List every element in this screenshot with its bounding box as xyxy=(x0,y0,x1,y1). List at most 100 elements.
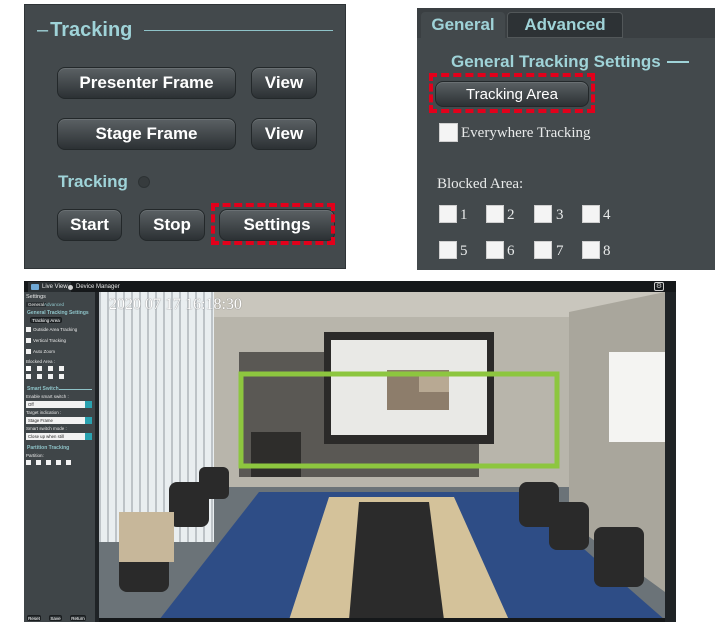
sidebar-blocked-2-checkbox[interactable] xyxy=(37,366,42,371)
blocked-area-5-label: 5 xyxy=(460,243,468,259)
stage-frame-button[interactable]: Stage Frame xyxy=(57,118,236,150)
blocked-area-1-checkbox[interactable] xyxy=(439,205,457,223)
app-topbar: Live View Device Manager ⚙ xyxy=(24,281,676,292)
tab-general[interactable]: General xyxy=(421,12,505,38)
sidebar-blocked-8-checkbox[interactable] xyxy=(59,374,64,379)
conference-room-image xyxy=(99,292,665,620)
tracking-area-highlight xyxy=(429,73,595,113)
sidebar-blocked-5-checkbox[interactable] xyxy=(26,374,31,379)
sidebar-blocked-6-checkbox[interactable] xyxy=(37,374,42,379)
general-tracking-heading: General Tracking Settings xyxy=(451,50,711,74)
settings-tabbar: General Advanced xyxy=(417,8,715,38)
sidebar-general-heading: General Tracking Settings xyxy=(27,310,89,316)
vertical-tracking-label: Vertical Tracking xyxy=(33,338,67,343)
sidebar-blocked-7-checkbox[interactable] xyxy=(48,374,53,379)
enable-smart-switch-select[interactable]: Off xyxy=(26,401,92,408)
everywhere-tracking-label: Everywhere Tracking xyxy=(461,125,591,141)
everywhere-tracking-checkbox[interactable] xyxy=(439,123,458,142)
tab-device-manager[interactable]: Device Manager xyxy=(68,282,120,292)
gear-icon[interactable]: ⚙ xyxy=(654,282,664,291)
presenter-frame-button[interactable]: Presenter Frame xyxy=(57,67,236,99)
blocked-area-3-checkbox[interactable] xyxy=(534,205,552,223)
tracking-heading: – Tracking xyxy=(37,15,333,45)
partition-1-checkbox[interactable] xyxy=(26,460,31,465)
sidebar-tracking-area-button[interactable]: Tracking Area xyxy=(30,317,62,323)
sidebar-blocked-4-checkbox[interactable] xyxy=(59,366,64,371)
blocked-area-6-checkbox[interactable] xyxy=(486,241,504,259)
enable-smart-switch-label: Enable smart switch : xyxy=(26,394,69,399)
general-settings-panel: General Advanced General Tracking Settin… xyxy=(417,8,715,270)
outside-area-label: Outside Area Tracking xyxy=(33,327,78,332)
heading-dash: – xyxy=(37,18,49,41)
outside-area-checkbox[interactable] xyxy=(26,327,31,332)
reset-button[interactable]: Reset xyxy=(27,615,41,621)
chevron-down-icon xyxy=(85,401,92,408)
heading-rule xyxy=(666,61,689,63)
smart-switch-mode-label: Smart switch mode : xyxy=(26,426,67,431)
partition-label: Partition: xyxy=(26,453,44,458)
tracking-status: Tracking xyxy=(58,171,150,193)
blocked-area-5-checkbox[interactable] xyxy=(439,241,457,259)
device-manager-window: Live View Device Manager ⚙ Settings Gene… xyxy=(24,281,676,622)
stage-view-button[interactable]: View xyxy=(251,118,317,150)
blocked-area-7-label: 7 xyxy=(556,243,564,259)
presenter-view-button[interactable]: View xyxy=(251,67,317,99)
sidebar-title: Settings xyxy=(26,294,46,300)
settings-highlight xyxy=(211,203,335,245)
auto-zoom-label: Auto Zoom xyxy=(33,349,56,354)
blocked-area-8-label: 8 xyxy=(603,243,611,259)
sidebar-blocked-area-label: Blocked Area : xyxy=(26,359,56,364)
smart-switch-rule xyxy=(59,389,92,390)
start-button[interactable]: Start xyxy=(57,209,122,241)
partition-5-checkbox[interactable] xyxy=(66,460,71,465)
blocked-area-6-label: 6 xyxy=(507,243,515,259)
tracking-panel: – Tracking Presenter Frame View Stage Fr… xyxy=(24,4,346,269)
sidebar-tab-general[interactable]: General xyxy=(26,302,47,307)
sidebar-blocked-1-checkbox[interactable] xyxy=(26,366,31,371)
blocked-area-4-label: 4 xyxy=(603,207,611,223)
general-tracking-heading-text: General Tracking Settings xyxy=(451,52,661,71)
target-indication-select[interactable]: Stage Frame xyxy=(26,417,92,424)
auto-zoom-checkbox[interactable] xyxy=(26,349,31,354)
tracking-heading-text: Tracking xyxy=(50,18,133,41)
status-bar xyxy=(99,618,665,622)
tracking-status-label: Tracking xyxy=(58,172,128,191)
device-manager-icon xyxy=(68,284,73,290)
tab-device-manager-label: Device Manager xyxy=(76,284,120,290)
smart-switch-heading: Smart Switch xyxy=(27,386,59,392)
live-view-icon xyxy=(31,284,39,290)
partition-heading: Partition Tracking xyxy=(27,445,70,451)
partition-2-checkbox[interactable] xyxy=(36,460,41,465)
video-timestamp: 2020 07 17 16:18:30 xyxy=(109,296,242,313)
chevron-down-icon xyxy=(85,433,92,440)
save-button[interactable]: Save xyxy=(49,615,62,621)
tab-advanced[interactable]: Advanced xyxy=(507,12,623,38)
blocked-area-2-checkbox[interactable] xyxy=(486,205,504,223)
blocked-area-8-checkbox[interactable] xyxy=(582,241,600,259)
live-video-feed[interactable]: 2020 07 17 16:18:30 xyxy=(99,292,665,620)
blocked-area-label: Blocked Area: xyxy=(437,176,524,192)
target-indication-value: Stage Frame xyxy=(28,418,53,423)
target-indication-label: Target indication : xyxy=(26,410,62,415)
partition-3-checkbox[interactable] xyxy=(46,460,51,465)
settings-sidebar: Settings General Advanced General Tracki… xyxy=(24,292,95,622)
return-button[interactable]: Return xyxy=(70,615,86,621)
sidebar-tab-advanced[interactable]: Advanced xyxy=(44,302,64,307)
stop-button[interactable]: Stop xyxy=(139,209,205,241)
enable-smart-switch-value: Off xyxy=(28,402,34,407)
chevron-down-icon xyxy=(85,417,92,424)
blocked-area-4-checkbox[interactable] xyxy=(582,205,600,223)
smart-switch-mode-select[interactable]: Close up when still xyxy=(26,433,92,440)
partition-4-checkbox[interactable] xyxy=(56,460,61,465)
blocked-area-3-label: 3 xyxy=(556,207,564,223)
smart-switch-mode-value: Close up when still xyxy=(28,434,64,439)
sidebar-blocked-3-checkbox[interactable] xyxy=(48,366,53,371)
vertical-tracking-checkbox[interactable] xyxy=(26,338,31,343)
heading-rule xyxy=(144,29,333,31)
tracking-status-led-icon xyxy=(137,176,150,188)
blocked-area-2-label: 2 xyxy=(507,207,515,223)
tab-live-view-label: Live View xyxy=(42,284,68,290)
blocked-area-1-label: 1 xyxy=(460,207,468,223)
tab-live-view[interactable]: Live View xyxy=(28,282,71,292)
blocked-area-7-checkbox[interactable] xyxy=(534,241,552,259)
